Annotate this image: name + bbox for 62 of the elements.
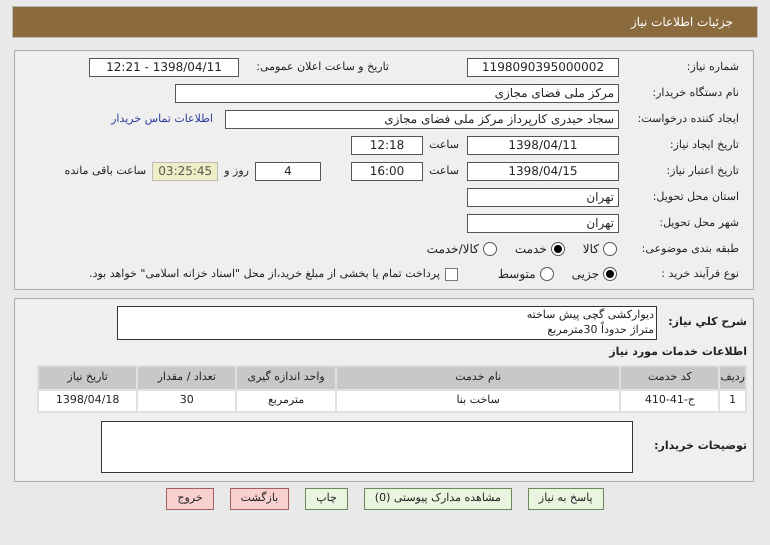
field-label: طبقه بندی موضوعی: bbox=[640, 240, 739, 257]
time-label: ساعت bbox=[428, 163, 460, 180]
radio-label: کالا bbox=[582, 241, 599, 258]
action-button[interactable]: بازگشت bbox=[230, 488, 290, 510]
column-header: واحد اندازه گیری bbox=[236, 366, 336, 390]
radio-button[interactable] bbox=[603, 267, 617, 281]
field-label: تاریخ ایجاد نیاز: bbox=[668, 137, 739, 154]
text-field[interactable]: مرکز ملی فضای مجازی bbox=[175, 84, 619, 103]
field-label: استان محل تحویل: bbox=[652, 189, 739, 206]
action-button[interactable]: مشاهده مدارک پیوستی (0) bbox=[364, 488, 512, 510]
field-label: شماره نیاز: bbox=[686, 59, 739, 76]
days-label: روز و bbox=[222, 163, 250, 180]
text-field[interactable]: تهران bbox=[467, 188, 619, 207]
time-label: ساعت bbox=[428, 137, 460, 154]
text-field[interactable]: 4 bbox=[255, 162, 321, 181]
table-cell: مترمربع bbox=[236, 390, 336, 412]
section-title: اطلاعات خدمات مورد نیاز bbox=[608, 344, 747, 360]
table-cell: 30 bbox=[137, 390, 236, 412]
column-header: نام خدمت bbox=[336, 366, 620, 390]
text-field[interactable]: 1198090395000002 bbox=[467, 58, 619, 77]
field-label: شرح کلي نياز: bbox=[667, 314, 747, 330]
text-field[interactable]: تهران bbox=[467, 214, 619, 233]
contact-link[interactable]: اطلاعات تماس خریدار bbox=[111, 111, 213, 128]
text-field[interactable]: سجاد حیدری کارپرداز مرکز ملی فضای مجازی bbox=[225, 110, 619, 129]
remaining-label: ساعت باقی مانده bbox=[64, 163, 148, 180]
field-label: نام دستگاه خریدار: bbox=[651, 85, 739, 102]
table-cell: ج-41-410 bbox=[620, 390, 720, 412]
column-header: تعداد / مقدار bbox=[137, 366, 236, 390]
column-header: کد خدمت bbox=[620, 366, 720, 390]
field-label: ایجاد کننده درخواست: bbox=[636, 111, 739, 128]
table-cell: ساخت بنا bbox=[336, 390, 620, 412]
radio-label: متوسط bbox=[498, 266, 536, 283]
action-button[interactable]: خروج bbox=[166, 488, 214, 510]
radio-button[interactable] bbox=[482, 242, 497, 256]
checkbox[interactable] bbox=[444, 268, 458, 280]
action-button[interactable]: پاسخ به نیاز bbox=[528, 488, 604, 510]
text-field[interactable]: 1398/04/15 bbox=[467, 162, 619, 181]
column-header: ردیف bbox=[719, 366, 746, 390]
description-box[interactable]: دیوارکشی گچی پیش ساخته متراژ حدوداً 30مترمربع bbox=[117, 306, 657, 340]
header-bar: جزئیات اطلاعات نیاز bbox=[12, 6, 758, 38]
field-label: شهر محل تحویل: bbox=[658, 215, 739, 232]
table-cell: 1398/04/18 bbox=[38, 390, 138, 412]
text-field[interactable]: 1398/04/11 bbox=[467, 136, 619, 155]
field-label: توضیحات خریدار: bbox=[653, 438, 747, 454]
radio-button[interactable] bbox=[540, 267, 554, 281]
text-field[interactable]: 1398/04/11 - 12:21 bbox=[89, 58, 239, 77]
table-cell: 1 bbox=[719, 390, 746, 412]
column-header: تاریخ نیاز bbox=[38, 366, 138, 390]
action-button[interactable]: چاپ bbox=[305, 488, 348, 510]
text-field[interactable]: 12:18 bbox=[351, 136, 423, 155]
radio-label: کالا/خدمت bbox=[426, 241, 479, 258]
radio-label: جزیی bbox=[572, 266, 599, 283]
radio-button[interactable] bbox=[603, 242, 617, 256]
checkbox-label: پرداخت تمام یا بخشی از مبلغ خرید،از محل "اسناد خزانه اسلامی" خواهد بود. bbox=[89, 266, 440, 282]
notes-box[interactable] bbox=[101, 420, 633, 472]
field-label: تاریخ و ساعت اعلان عمومی: bbox=[255, 59, 389, 76]
radio-button[interactable] bbox=[550, 242, 565, 256]
field-label: تاریخ اعتبار نیاز: bbox=[665, 163, 739, 180]
remaining-time-field: 03:25:45 bbox=[152, 162, 218, 181]
field-label: نوع فرآیند خرید : bbox=[660, 266, 739, 282]
radio-label: خدمت bbox=[514, 241, 547, 258]
text-field[interactable]: 16:00 bbox=[351, 162, 423, 181]
